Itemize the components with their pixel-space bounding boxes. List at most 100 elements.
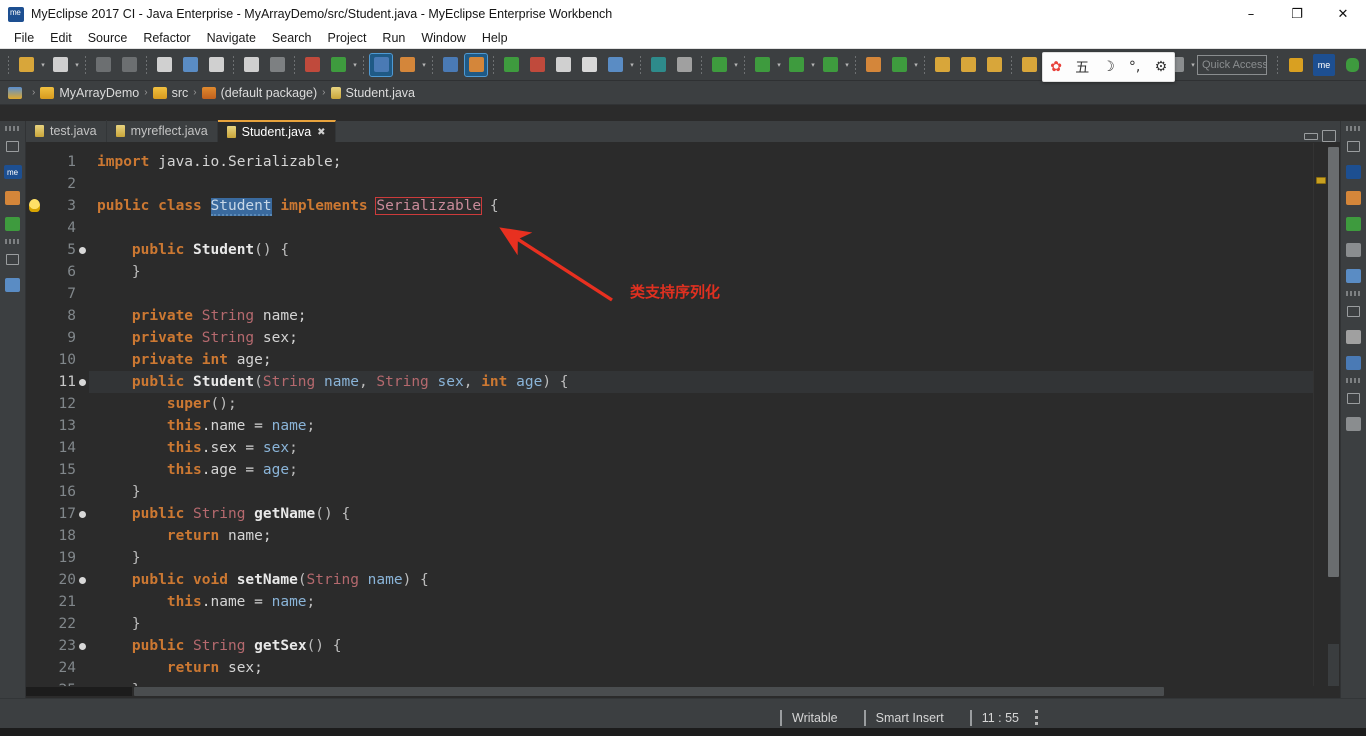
new-editor-icon[interactable] bbox=[439, 54, 461, 76]
breadcrumb-item-src[interactable]: src bbox=[152, 86, 188, 100]
menu-item-window[interactable]: Window bbox=[413, 29, 473, 47]
maximize-button[interactable]: ❐ bbox=[1274, 0, 1320, 28]
music-icon-dropdown-arrow[interactable]: ▾ bbox=[628, 54, 636, 76]
save-all-icon[interactable] bbox=[118, 54, 140, 76]
overview-ruler[interactable] bbox=[1313, 143, 1327, 686]
punctuation-mode-icon[interactable]: °, bbox=[1124, 56, 1146, 78]
vertical-scrollbar-lower[interactable] bbox=[1328, 644, 1339, 686]
new-wizard-icon-dropdown-arrow[interactable]: ▾ bbox=[39, 54, 47, 76]
snippets-view-icon[interactable] bbox=[1344, 266, 1364, 286]
baidu-ime-toolbar[interactable]: ✿ 五 ☽ °, ⚙ bbox=[1042, 52, 1175, 82]
debug-bug-icon-dropdown-arrow[interactable]: ▾ bbox=[732, 54, 740, 76]
breadcrumb-item-student-java[interactable]: Student.java bbox=[330, 86, 415, 100]
code-line[interactable] bbox=[89, 217, 1313, 239]
menu-item-navigate[interactable]: Navigate bbox=[199, 29, 264, 47]
restore-view3-icon[interactable] bbox=[1344, 388, 1364, 408]
baidu-logo-icon[interactable]: ✿ bbox=[1045, 56, 1067, 78]
tasks-view-icon[interactable] bbox=[1344, 188, 1364, 208]
search-icon[interactable] bbox=[983, 54, 1005, 76]
code-line[interactable]: public void setName(String name) { bbox=[89, 569, 1313, 591]
code-line[interactable]: return name; bbox=[89, 525, 1313, 547]
myeclipse-explorer-icon[interactable]: me bbox=[3, 162, 23, 182]
folding-ruler[interactable] bbox=[79, 143, 89, 686]
print-icon[interactable] bbox=[153, 54, 175, 76]
run-icon-dropdown-arrow[interactable]: ▾ bbox=[775, 54, 783, 76]
problems-view-icon[interactable] bbox=[1344, 162, 1364, 182]
breadcrumb-item--default-package-[interactable]: (default package) bbox=[201, 86, 317, 100]
code-line[interactable]: this.name = name; bbox=[89, 591, 1313, 613]
new-java-class-icon-dropdown-arrow[interactable]: ▾ bbox=[73, 54, 81, 76]
open-type-icon[interactable] bbox=[369, 52, 393, 77]
status-insert-mode[interactable]: Smart Insert bbox=[876, 711, 944, 725]
refresh-icon-dropdown-arrow[interactable]: ▾ bbox=[912, 54, 920, 76]
no-entry-icon[interactable] bbox=[205, 54, 227, 76]
menu-item-search[interactable]: Search bbox=[264, 29, 320, 47]
code-line[interactable]: super(); bbox=[89, 393, 1313, 415]
restore-view2-icon[interactable] bbox=[1344, 301, 1364, 321]
open-resource-icon[interactable] bbox=[957, 54, 979, 76]
method-fold-icon[interactable] bbox=[79, 577, 86, 584]
undo-icon[interactable] bbox=[240, 54, 262, 76]
debug-last-icon[interactable] bbox=[301, 54, 323, 76]
menu-item-edit[interactable]: Edit bbox=[42, 29, 80, 47]
breadcrumb-item-myarraydemo[interactable]: MyArrayDemo bbox=[40, 86, 139, 100]
menu-item-source[interactable]: Source bbox=[80, 29, 136, 47]
code-line[interactable]: private String name; bbox=[89, 305, 1313, 327]
run-external-icon-dropdown-arrow[interactable]: ▾ bbox=[809, 54, 817, 76]
method-fold-icon[interactable] bbox=[79, 511, 86, 518]
ime-settings-gear-icon[interactable]: ⚙ bbox=[1150, 56, 1172, 78]
vertical-scrollbar[interactable] bbox=[1327, 143, 1340, 686]
status-more-icon[interactable] bbox=[1035, 709, 1039, 726]
servers-view-icon[interactable] bbox=[1344, 240, 1364, 260]
forward-arrow-icon-dropdown-arrow[interactable]: ▾ bbox=[1189, 54, 1197, 76]
code-line[interactable]: } bbox=[89, 481, 1313, 503]
restore-view2-icon[interactable] bbox=[3, 249, 23, 269]
run-last-icon-dropdown-arrow[interactable]: ▾ bbox=[351, 54, 359, 76]
toggle-mark-icon[interactable] bbox=[578, 54, 600, 76]
code-line[interactable] bbox=[89, 283, 1313, 305]
code-text-area[interactable]: import java.io.Serializable; public clas… bbox=[89, 143, 1313, 686]
run-last-icon[interactable] bbox=[327, 54, 349, 76]
code-line[interactable]: this.name = name; bbox=[89, 415, 1313, 437]
code-line[interactable]: public Student() { bbox=[89, 239, 1313, 261]
code-line[interactable]: private String sex; bbox=[89, 327, 1313, 349]
code-line[interactable]: public String getSex() { bbox=[89, 635, 1313, 657]
close-icon[interactable]: ✖ bbox=[317, 127, 325, 138]
code-line[interactable]: public String getName() { bbox=[89, 503, 1313, 525]
wubi-mode-icon[interactable]: 五 bbox=[1071, 56, 1093, 78]
marker-gutter[interactable] bbox=[26, 143, 43, 686]
minimize-button[interactable]: – bbox=[1228, 0, 1274, 28]
code-line[interactable] bbox=[89, 173, 1313, 195]
run-coverage-icon-dropdown-arrow[interactable]: ▾ bbox=[843, 54, 851, 76]
show-whitespace-icon[interactable] bbox=[552, 54, 574, 76]
editor-tab-test-java[interactable]: test.java bbox=[26, 120, 107, 142]
redo-icon[interactable] bbox=[266, 54, 288, 76]
snapshot-icon[interactable] bbox=[673, 54, 695, 76]
code-line[interactable]: } bbox=[89, 679, 1313, 686]
view-drag-handle[interactable] bbox=[1345, 291, 1362, 296]
method-fold-icon[interactable] bbox=[79, 247, 86, 254]
view-drag-handle[interactable] bbox=[1345, 126, 1362, 131]
debug-perspective-button[interactable] bbox=[1341, 54, 1363, 76]
editor-tab-myreflect-java[interactable]: myreflect.java bbox=[107, 120, 218, 142]
type-hierarchy-icon[interactable] bbox=[3, 214, 23, 234]
menu-item-project[interactable]: Project bbox=[320, 29, 375, 47]
browser-icon[interactable] bbox=[647, 54, 669, 76]
outline-view-icon[interactable] bbox=[1344, 353, 1364, 373]
horizontal-scrollbar-thumb[interactable] bbox=[134, 687, 1164, 696]
warning-marker-icon[interactable] bbox=[1316, 177, 1326, 184]
quick-fix-lightbulb-icon[interactable] bbox=[29, 199, 40, 212]
open-console-icon[interactable] bbox=[179, 54, 201, 76]
code-line[interactable]: } bbox=[89, 613, 1313, 635]
outline-view-icon[interactable] bbox=[3, 275, 23, 295]
view-drag-handle[interactable] bbox=[1345, 378, 1362, 383]
code-line[interactable]: this.sex = sex; bbox=[89, 437, 1313, 459]
code-line[interactable]: private int age; bbox=[89, 349, 1313, 371]
run-coverage-icon[interactable] bbox=[819, 54, 841, 76]
code-line[interactable]: } bbox=[89, 261, 1313, 283]
menu-item-refactor[interactable]: Refactor bbox=[135, 29, 198, 47]
open-task-icon[interactable] bbox=[396, 54, 418, 76]
properties-view-icon[interactable] bbox=[1344, 414, 1364, 434]
new-wizard-icon[interactable] bbox=[15, 54, 37, 76]
open-task-icon-dropdown-arrow[interactable]: ▾ bbox=[420, 54, 428, 76]
